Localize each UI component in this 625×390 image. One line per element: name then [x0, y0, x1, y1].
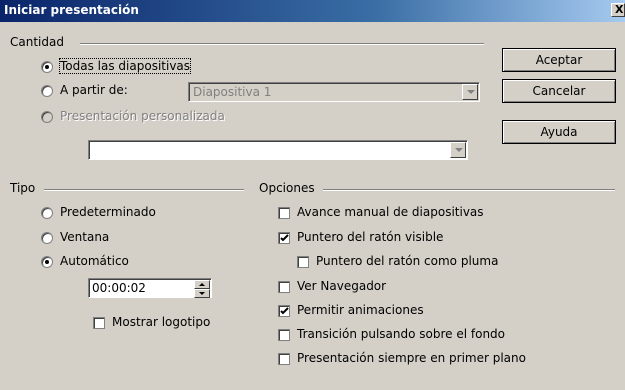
pointer-pen-label[interactable]: Puntero del ratón como pluma	[316, 254, 498, 268]
radio-default[interactable]	[41, 207, 53, 219]
show-logo-label[interactable]: Mostrar logotipo	[112, 315, 210, 329]
chevron-down-icon[interactable]	[450, 142, 466, 158]
from-slide-value: Diapositiva 1	[193, 85, 272, 99]
spin-down-icon[interactable]	[194, 289, 210, 298]
ok-button[interactable]: Aceptar	[502, 48, 616, 72]
window-title: Iniciar presentación	[4, 3, 139, 17]
help-button[interactable]: Ayuda	[502, 120, 616, 144]
title-bar: Iniciar presentación X	[0, 0, 625, 22]
radio-custom-show-label[interactable]: Presentación personalizada	[60, 109, 225, 123]
close-button[interactable]: X	[611, 3, 625, 17]
spinner-buttons	[194, 280, 210, 298]
radio-from-slide-label[interactable]: A partir de:	[60, 83, 128, 97]
radio-custom-show[interactable]	[41, 111, 53, 123]
opciones-divider	[323, 189, 615, 191]
radio-window-label[interactable]: Ventana	[60, 230, 109, 244]
show-navigator-label[interactable]: Ver Navegador	[297, 279, 386, 293]
opciones-group-label: Opciones	[259, 181, 315, 195]
spin-up-icon[interactable]	[194, 280, 210, 289]
cantidad-divider	[80, 43, 484, 45]
checkmark-icon	[280, 307, 289, 315]
custom-show-combo[interactable]	[88, 140, 468, 160]
allow-animations-checkbox[interactable]	[278, 305, 290, 317]
cancel-button[interactable]: Cancelar	[502, 79, 616, 103]
click-background-transition-checkbox[interactable]	[278, 329, 290, 341]
chevron-down-icon[interactable]	[462, 84, 478, 100]
always-on-top-checkbox[interactable]	[278, 353, 290, 365]
tipo-group-label: Tipo	[10, 181, 36, 195]
cantidad-group-label: Cantidad	[10, 35, 64, 49]
tipo-divider	[44, 189, 244, 191]
close-icon: X	[615, 3, 624, 16]
manual-advance-checkbox[interactable]	[278, 207, 290, 219]
click-background-transition-label[interactable]: Transición pulsando sobre el fondo	[297, 327, 505, 341]
always-on-top-label[interactable]: Presentación siempre en primer plano	[297, 351, 526, 365]
radio-all-slides[interactable]	[41, 61, 53, 73]
manual-advance-label[interactable]: Avance manual de diapositivas	[297, 205, 484, 219]
show-logo-checkbox[interactable]	[93, 317, 105, 329]
show-navigator-checkbox[interactable]	[278, 281, 290, 293]
radio-window[interactable]	[41, 232, 53, 244]
allow-animations-label[interactable]: Permitir animaciones	[297, 303, 424, 317]
pause-time-spinner[interactable]: 00:00:02	[88, 278, 212, 298]
radio-all-slides-label[interactable]: Todas las diapositivas	[58, 58, 192, 74]
radio-auto[interactable]	[41, 256, 53, 268]
radio-default-label[interactable]: Predeterminado	[60, 205, 156, 219]
pointer-pen-checkbox[interactable]	[297, 256, 309, 268]
from-slide-combo[interactable]: Diapositiva 1	[188, 82, 480, 102]
radio-auto-label[interactable]: Automático	[60, 254, 129, 268]
pointer-visible-checkbox[interactable]	[278, 232, 290, 244]
radio-from-slide[interactable]	[41, 85, 53, 97]
pointer-visible-label[interactable]: Puntero del ratón visible	[297, 230, 443, 244]
checkmark-icon	[280, 234, 289, 242]
pause-time-value: 00:00:02	[92, 281, 146, 295]
